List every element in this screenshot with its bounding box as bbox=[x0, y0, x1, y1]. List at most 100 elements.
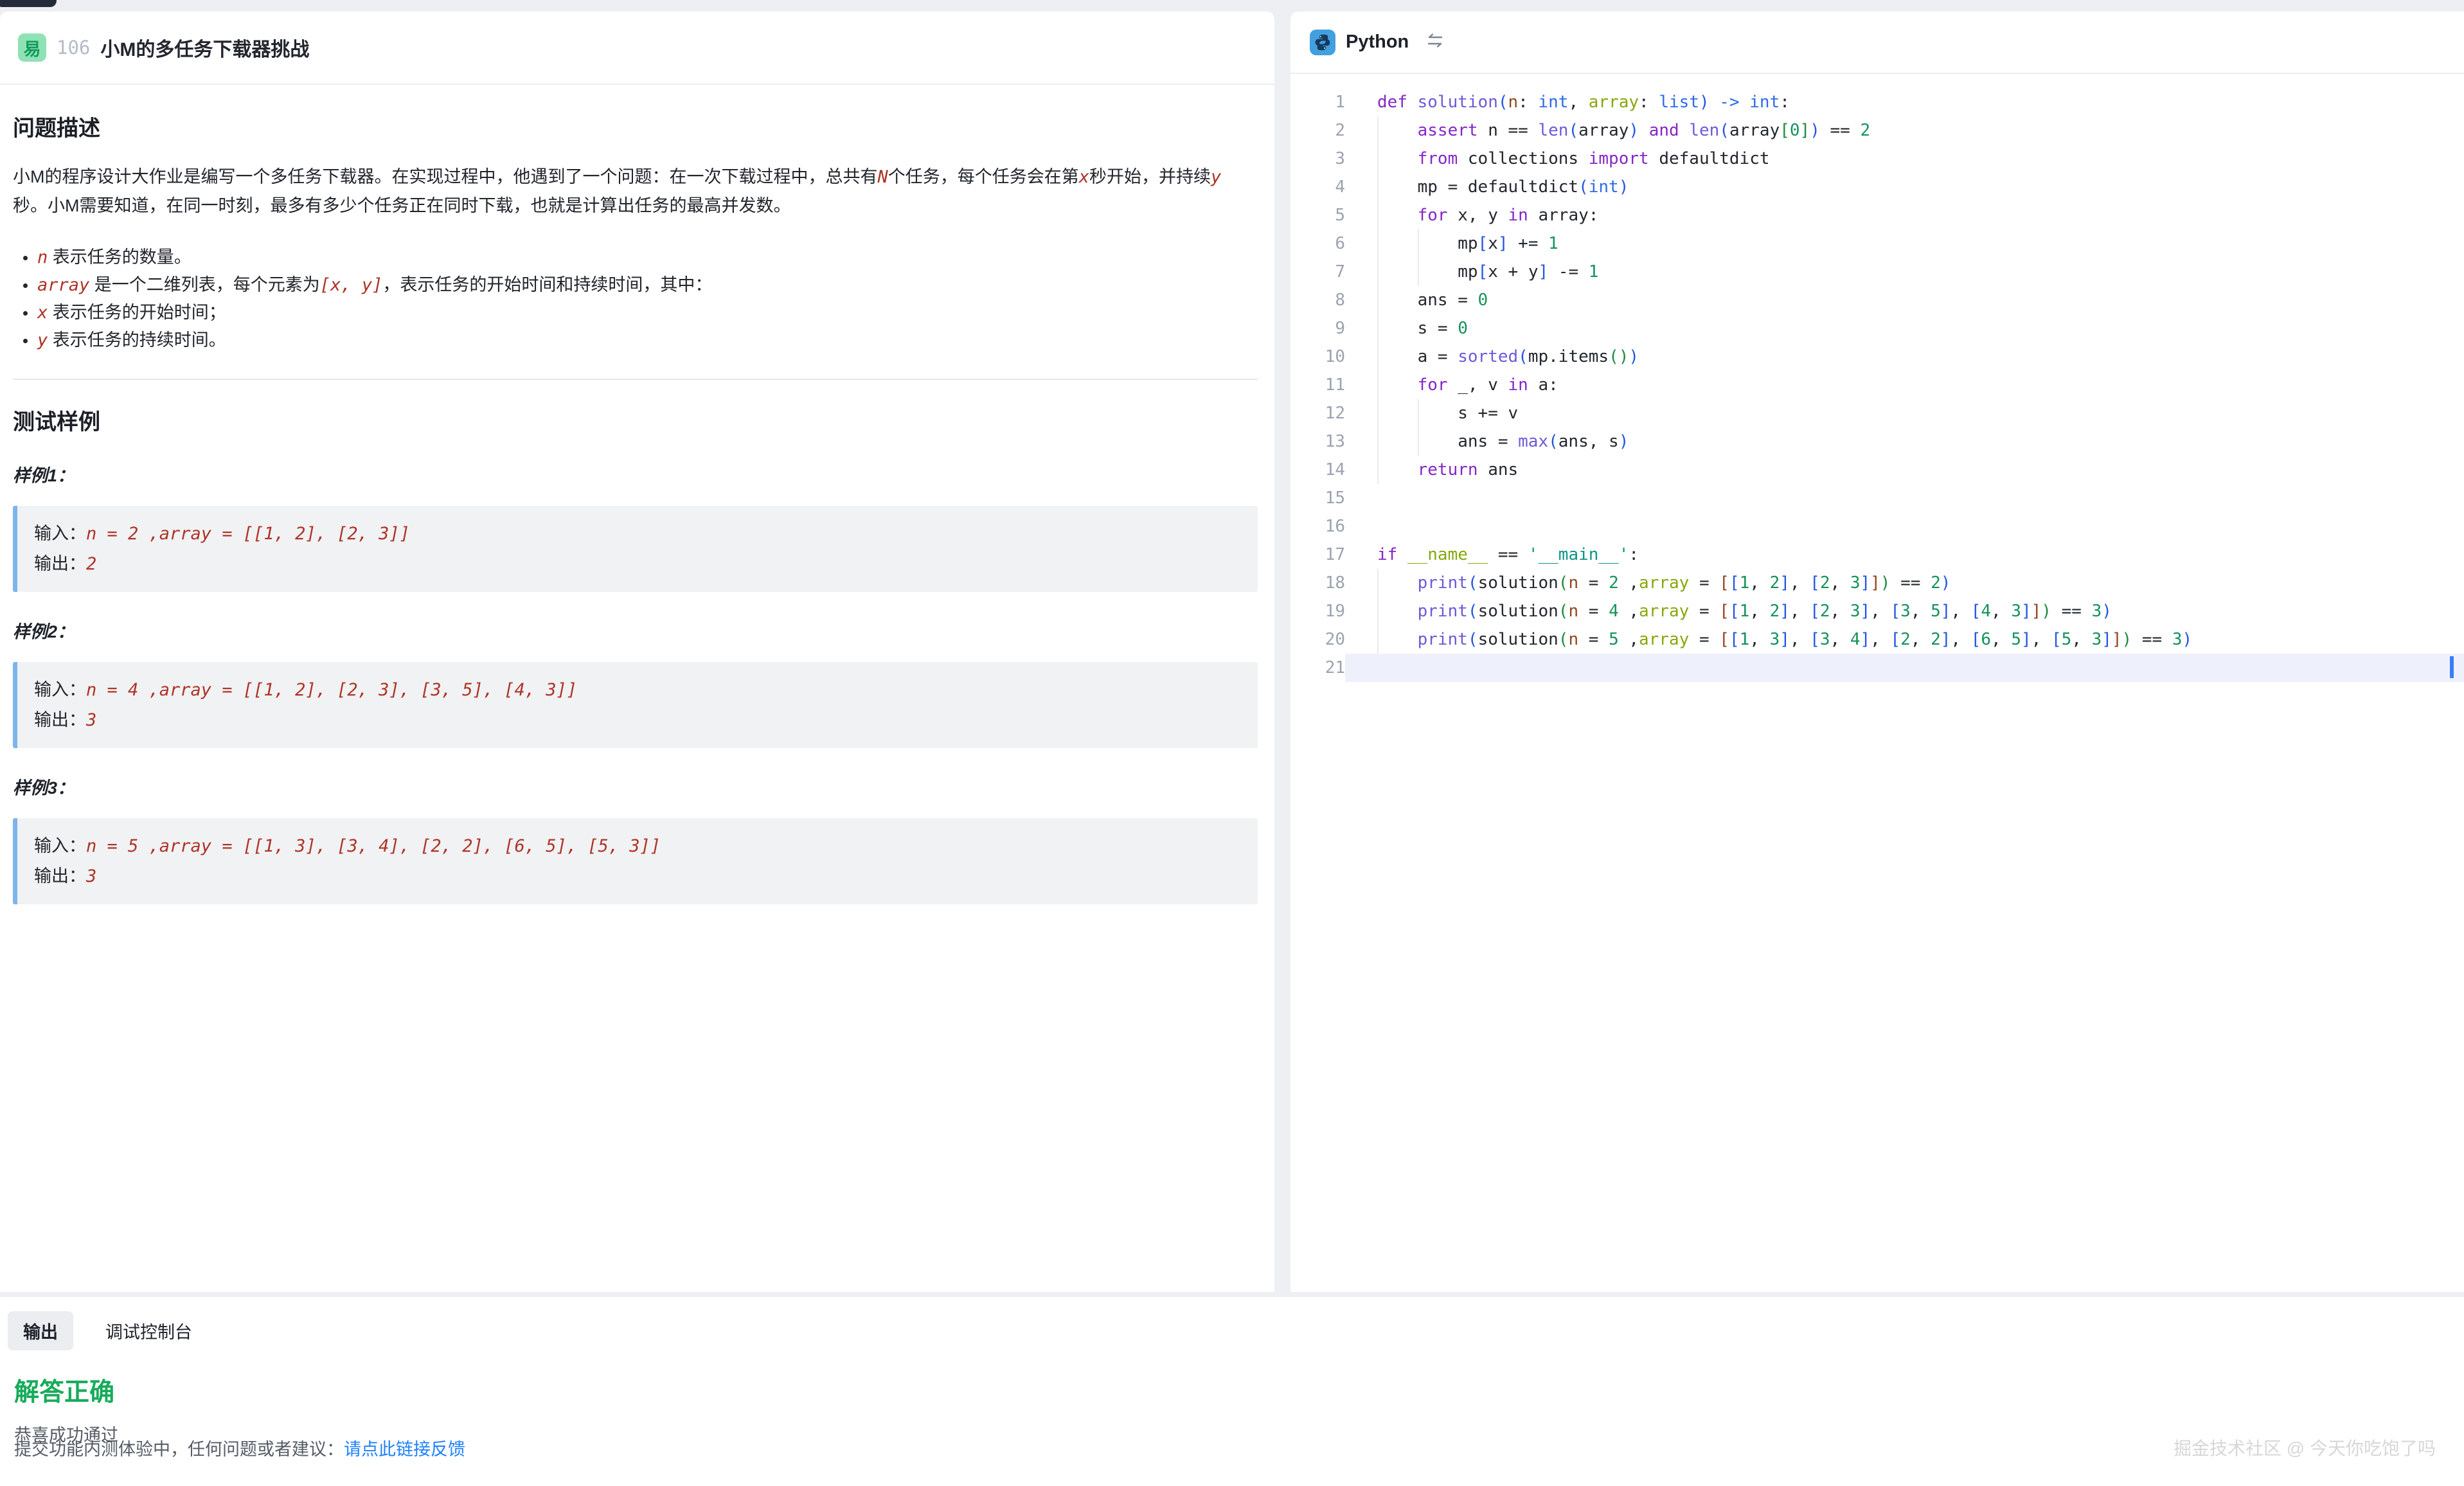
text-segment: 表示任务的数量。 bbox=[48, 247, 192, 267]
code-line-content: return ans bbox=[1345, 456, 2464, 484]
code-line[interactable]: 3 from collections import defaultdict bbox=[1290, 145, 2464, 173]
io-code: 2 bbox=[86, 554, 96, 574]
code-line[interactable]: 8 ans = 0 bbox=[1290, 286, 2464, 314]
code-token: __name__ bbox=[1407, 545, 1488, 564]
code-line[interactable]: 4 mp = defaultdict(int) bbox=[1290, 173, 2464, 201]
code-token: ) bbox=[1699, 93, 1710, 112]
code-token: [ bbox=[1971, 602, 1981, 621]
code-line-content: ans = 0 bbox=[1345, 286, 2464, 314]
code-token: , bbox=[1749, 602, 1769, 621]
code-token: 3 bbox=[2172, 630, 2183, 649]
code-token: in bbox=[1508, 375, 1528, 395]
code-token: s = bbox=[1418, 319, 1458, 338]
code-token: ) bbox=[1880, 573, 1891, 593]
code-token: ) bbox=[2041, 602, 2051, 621]
code-line[interactable]: 11 for _, v in a: bbox=[1290, 371, 2464, 399]
code-token: int bbox=[1749, 93, 1780, 112]
python-icon bbox=[1310, 30, 1335, 55]
code-line[interactable]: 20 print(solution(n = 5 ,array = [[1, 3]… bbox=[1290, 625, 2464, 654]
code-token: from bbox=[1418, 149, 1458, 168]
code-line-content: for x, y in array: bbox=[1345, 201, 2464, 229]
code-line[interactable]: 16 bbox=[1290, 512, 2464, 541]
code-token: -= bbox=[1548, 262, 1589, 282]
code-line[interactable]: 14 return ans bbox=[1290, 456, 2464, 484]
inline-code: x bbox=[1079, 167, 1089, 187]
code-line[interactable]: 7 mp[x + y] -= 1 bbox=[1290, 258, 2464, 286]
code-token: = bbox=[1578, 573, 1609, 593]
coding-challenge-page: 易 106 小M的多任务下载器挑战 问题描述 小M的程序设计大作业是编写一个多任… bbox=[0, 0, 2464, 1486]
code-line[interactable]: 12 s += v bbox=[1290, 399, 2464, 427]
code-token: and bbox=[1649, 121, 1679, 140]
code-line[interactable]: 13 ans = max(ans, s) bbox=[1290, 427, 2464, 456]
line-number: 14 bbox=[1290, 456, 1345, 484]
code-token: ) bbox=[1619, 432, 1629, 451]
code-token: ( bbox=[1558, 573, 1569, 593]
code-token: s += v bbox=[1458, 404, 1518, 423]
parameter-list: n 表示任务的数量。array 是一个二维列表，每个元素为[x, y]，表示任务… bbox=[13, 244, 1258, 354]
code-line[interactable]: 15 bbox=[1290, 484, 2464, 512]
code-token: , bbox=[1790, 630, 1810, 649]
code-line[interactable]: 17if __name__ == '__main__': bbox=[1290, 541, 2464, 569]
code-token: len bbox=[1689, 121, 1719, 140]
code-line-content: print(solution(n = 5 ,array = [[1, 3], [… bbox=[1345, 625, 2464, 654]
code-token: 5 bbox=[2062, 630, 2072, 649]
code-token: ] bbox=[1780, 630, 1790, 649]
code-line[interactable]: 6 mp[x] += 1 bbox=[1290, 229, 2464, 258]
code-token: 3 bbox=[1770, 630, 1780, 649]
language-switcher[interactable]: Python bbox=[1310, 30, 1445, 55]
text-segment: 小M的程序设计大作业是编写一个多任务下载器。在实现过程中，他遇到了一个问题：在一… bbox=[13, 167, 878, 186]
code-token: 2 bbox=[1931, 573, 1941, 593]
code-token: array bbox=[1578, 121, 1629, 140]
code-token: [ bbox=[1729, 602, 1740, 621]
code-token: [ bbox=[1729, 573, 1740, 593]
io-label: 输出： bbox=[34, 866, 86, 886]
code-token: ( bbox=[1468, 630, 1478, 649]
code-token: = bbox=[1578, 630, 1609, 649]
code-token: len bbox=[1538, 121, 1568, 140]
code-token: , bbox=[1870, 602, 1890, 621]
sample-input-line: 输入：n = 4 ,array = [[1, 2], [2, 3], [3, 5… bbox=[34, 675, 1241, 705]
code-token: 3 bbox=[2011, 602, 2021, 621]
line-number: 15 bbox=[1290, 484, 1345, 512]
code-token: : bbox=[1780, 93, 1790, 112]
code-token: ( bbox=[1719, 121, 1729, 140]
code-line[interactable]: 21 bbox=[1290, 654, 2464, 682]
code-token: ( bbox=[1609, 347, 1619, 366]
code-token: ) bbox=[2182, 630, 2192, 649]
feedback-link[interactable]: 请点此链接反馈 bbox=[344, 1440, 465, 1459]
code-line[interactable]: 2 assert n == len(array) and len(array[0… bbox=[1290, 116, 2464, 145]
code-token: [ bbox=[1719, 602, 1729, 621]
output-tab-inactive[interactable]: 调试控制台 bbox=[90, 1311, 208, 1350]
line-number: 1 bbox=[1290, 88, 1345, 116]
code-line[interactable]: 5 for x, y in array: bbox=[1290, 201, 2464, 229]
output-tab-active[interactable]: 输出 bbox=[8, 1311, 73, 1350]
inline-code: y bbox=[37, 330, 48, 350]
text-segment: 秒开始，并持续 bbox=[1089, 167, 1211, 186]
code-token: 3 bbox=[1850, 573, 1861, 593]
code-token: [ bbox=[1729, 630, 1740, 649]
io-code: 3 bbox=[86, 710, 96, 730]
code-line[interactable]: 18 print(solution(n = 2 ,array = [[1, 2]… bbox=[1290, 569, 2464, 597]
sample-output-line: 输出：2 bbox=[34, 549, 1241, 579]
code-token: ] bbox=[1941, 602, 1951, 621]
code-line[interactable]: 10 a = sorted(mp.items()) bbox=[1290, 343, 2464, 371]
code-line[interactable]: 19 print(solution(n = 4 ,array = [[1, 2]… bbox=[1290, 597, 2464, 625]
code-token: == bbox=[2132, 630, 2172, 649]
sample-code-block: 输入：n = 4 ,array = [[1, 2], [2, 3], [3, 5… bbox=[13, 662, 1258, 748]
code-line-content bbox=[1345, 512, 2464, 541]
sample-code-block: 输入：n = 5 ,array = [[1, 3], [3, 4], [2, 2… bbox=[13, 818, 1258, 904]
indent-guide bbox=[1377, 569, 1379, 654]
code-token: : bbox=[1629, 545, 1639, 564]
code-token: solution bbox=[1478, 630, 1558, 649]
text-segment: 表示任务的持续时间。 bbox=[48, 330, 226, 350]
code-line[interactable]: 9 s = 0 bbox=[1290, 314, 2464, 343]
code-line[interactable]: 1def solution(n: int, array: list) -> in… bbox=[1290, 88, 2464, 116]
inline-code: [x, y] bbox=[320, 275, 383, 295]
code-token: ] bbox=[2031, 602, 2042, 621]
code-token: ] bbox=[1941, 630, 1951, 649]
code-token: [ bbox=[1971, 630, 1981, 649]
inline-code: x bbox=[37, 303, 48, 323]
code-token: 1 bbox=[1548, 234, 1558, 253]
code-editor[interactable]: 1def solution(n: int, array: list) -> in… bbox=[1290, 74, 2464, 1292]
code-token: '__main__' bbox=[1528, 545, 1629, 564]
